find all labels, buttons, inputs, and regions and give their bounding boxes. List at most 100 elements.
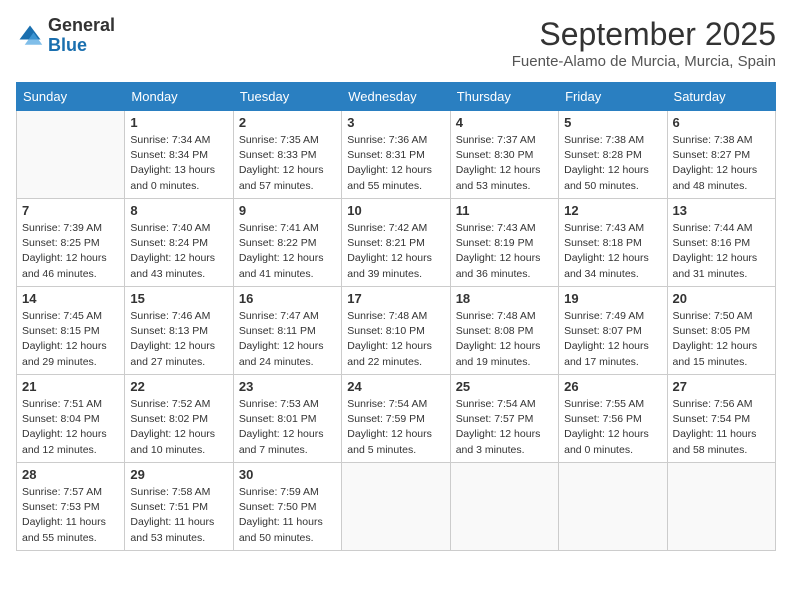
day-info: Sunrise: 7:39 AMSunset: 8:25 PMDaylight:… — [22, 221, 119, 282]
calendar-cell: 8 Sunrise: 7:40 AMSunset: 8:24 PMDaylight… — [125, 199, 233, 287]
calendar-cell: 9 Sunrise: 7:41 AMSunset: 8:22 PMDaylight… — [233, 199, 341, 287]
calendar-cell: 11 Sunrise: 7:43 AMSunset: 8:19 PMDayligh… — [450, 199, 558, 287]
column-header-friday: Friday — [559, 83, 667, 111]
month-title: September 2025 — [512, 16, 776, 53]
day-info: Sunrise: 7:38 AMSunset: 8:27 PMDaylight:… — [673, 133, 770, 194]
day-info: Sunrise: 7:48 AMSunset: 8:10 PMDaylight:… — [347, 309, 444, 370]
calendar-cell: 21 Sunrise: 7:51 AMSunset: 8:04 PMDayligh… — [17, 375, 125, 463]
column-header-saturday: Saturday — [667, 83, 775, 111]
day-info: Sunrise: 7:45 AMSunset: 8:15 PMDaylight:… — [22, 309, 119, 370]
calendar-cell: 17 Sunrise: 7:48 AMSunset: 8:10 PMDayligh… — [342, 287, 450, 375]
logo-icon — [16, 22, 44, 50]
day-number: 4 — [456, 115, 553, 130]
calendar-cell: 27 Sunrise: 7:56 AMSunset: 7:54 PMDayligh… — [667, 375, 775, 463]
calendar-cell: 20Sunrise: 7:50 AMSunset: 8:05 PMDayligh… — [667, 287, 775, 375]
day-number: 3 — [347, 115, 444, 130]
day-info: Sunrise: 7:48 AMSunset: 8:08 PMDaylight:… — [456, 309, 553, 370]
day-number: 9 — [239, 203, 336, 218]
day-info: Sunrise: 7:58 AMSunset: 7:51 PMDaylight:… — [130, 485, 227, 546]
logo: General Blue — [16, 16, 115, 56]
day-number: 18 — [456, 291, 553, 306]
day-info: Sunrise: 7:43 AMSunset: 8:18 PMDaylight:… — [564, 221, 661, 282]
column-header-thursday: Thursday — [450, 83, 558, 111]
day-number: 28 — [22, 467, 119, 482]
day-number: 20 — [673, 291, 770, 306]
day-info: Sunrise: 7:38 AMSunset: 8:28 PMDaylight:… — [564, 133, 661, 194]
day-info: Sunrise: 7:53 AMSunset: 8:01 PMDaylight:… — [239, 397, 336, 458]
day-info: Sunrise: 7:52 AMSunset: 8:02 PMDaylight:… — [130, 397, 227, 458]
day-info: Sunrise: 7:57 AMSunset: 7:53 PMDaylight:… — [22, 485, 119, 546]
day-info: Sunrise: 7:49 AMSunset: 8:07 PMDaylight:… — [564, 309, 661, 370]
day-info: Sunrise: 7:54 AMSunset: 7:59 PMDaylight:… — [347, 397, 444, 458]
day-number: 10 — [347, 203, 444, 218]
day-number: 2 — [239, 115, 336, 130]
calendar-cell — [450, 463, 558, 551]
calendar-cell: 19Sunrise: 7:49 AMSunset: 8:07 PMDayligh… — [559, 287, 667, 375]
column-header-sunday: Sunday — [17, 83, 125, 111]
calendar-cell — [342, 463, 450, 551]
day-number: 8 — [130, 203, 227, 218]
title-block: September 2025 Fuente-Alamo de Murcia, M… — [512, 16, 776, 70]
week-row-4: 21 Sunrise: 7:51 AMSunset: 8:04 PMDayligh… — [17, 375, 776, 463]
calendar-cell: 14 Sunrise: 7:45 AMSunset: 8:15 PMDayligh… — [17, 287, 125, 375]
calendar-cell: 2 Sunrise: 7:35 AMSunset: 8:33 PMDaylight… — [233, 111, 341, 199]
calendar-cell — [667, 463, 775, 551]
calendar-cell: 7 Sunrise: 7:39 AMSunset: 8:25 PMDaylight… — [17, 199, 125, 287]
calendar-cell: 10 Sunrise: 7:42 AMSunset: 8:21 PMDayligh… — [342, 199, 450, 287]
header: General Blue September 2025 Fuente-Alamo… — [16, 16, 776, 70]
calendar-cell: 18 Sunrise: 7:48 AMSunset: 8:08 PMDayligh… — [450, 287, 558, 375]
week-row-2: 7 Sunrise: 7:39 AMSunset: 8:25 PMDaylight… — [17, 199, 776, 287]
column-header-tuesday: Tuesday — [233, 83, 341, 111]
day-info: Sunrise: 7:54 AMSunset: 7:57 PMDaylight:… — [456, 397, 553, 458]
day-number: 5 — [564, 115, 661, 130]
day-number: 1 — [130, 115, 227, 130]
calendar-cell: 25 Sunrise: 7:54 AMSunset: 7:57 PMDayligh… — [450, 375, 558, 463]
calendar-table: SundayMondayTuesdayWednesdayThursdayFrid… — [16, 82, 776, 551]
day-number: 14 — [22, 291, 119, 306]
calendar-cell: 5 Sunrise: 7:38 AMSunset: 8:28 PMDaylight… — [559, 111, 667, 199]
day-info: Sunrise: 7:34 AMSunset: 8:34 PMDaylight:… — [130, 133, 227, 194]
week-row-1: 1 Sunrise: 7:34 AMSunset: 8:34 PMDaylight… — [17, 111, 776, 199]
day-number: 27 — [673, 379, 770, 394]
day-info: Sunrise: 7:59 AMSunset: 7:50 PMDaylight:… — [239, 485, 336, 546]
day-info: Sunrise: 7:37 AMSunset: 8:30 PMDaylight:… — [456, 133, 553, 194]
day-number: 11 — [456, 203, 553, 218]
day-number: 6 — [673, 115, 770, 130]
day-info: Sunrise: 7:36 AMSunset: 8:31 PMDaylight:… — [347, 133, 444, 194]
day-number: 24 — [347, 379, 444, 394]
calendar-cell: 4 Sunrise: 7:37 AMSunset: 8:30 PMDaylight… — [450, 111, 558, 199]
day-number: 22 — [130, 379, 227, 394]
calendar-cell: 26Sunrise: 7:55 AMSunset: 7:56 PMDayligh… — [559, 375, 667, 463]
day-number: 12 — [564, 203, 661, 218]
calendar-cell: 23 Sunrise: 7:53 AMSunset: 8:01 PMDayligh… — [233, 375, 341, 463]
calendar-cell: 24 Sunrise: 7:54 AMSunset: 7:59 PMDayligh… — [342, 375, 450, 463]
day-number: 7 — [22, 203, 119, 218]
day-number: 16 — [239, 291, 336, 306]
day-info: Sunrise: 7:40 AMSunset: 8:24 PMDaylight:… — [130, 221, 227, 282]
day-info: Sunrise: 7:44 AMSunset: 8:16 PMDaylight:… — [673, 221, 770, 282]
calendar-cell: 28 Sunrise: 7:57 AMSunset: 7:53 PMDayligh… — [17, 463, 125, 551]
day-number: 23 — [239, 379, 336, 394]
day-info: Sunrise: 7:46 AMSunset: 8:13 PMDaylight:… — [130, 309, 227, 370]
day-info: Sunrise: 7:43 AMSunset: 8:19 PMDaylight:… — [456, 221, 553, 282]
day-info: Sunrise: 7:51 AMSunset: 8:04 PMDaylight:… — [22, 397, 119, 458]
day-number: 25 — [456, 379, 553, 394]
logo-text: General Blue — [48, 16, 115, 56]
calendar-cell: 13Sunrise: 7:44 AMSunset: 8:16 PMDayligh… — [667, 199, 775, 287]
day-info: Sunrise: 7:47 AMSunset: 8:11 PMDaylight:… — [239, 309, 336, 370]
day-number: 26 — [564, 379, 661, 394]
location: Fuente-Alamo de Murcia, Murcia, Spain — [512, 53, 776, 70]
day-number: 17 — [347, 291, 444, 306]
calendar-header-row: SundayMondayTuesdayWednesdayThursdayFrid… — [17, 83, 776, 111]
day-info: Sunrise: 7:56 AMSunset: 7:54 PMDaylight:… — [673, 397, 770, 458]
day-info: Sunrise: 7:42 AMSunset: 8:21 PMDaylight:… — [347, 221, 444, 282]
column-header-monday: Monday — [125, 83, 233, 111]
day-info: Sunrise: 7:41 AMSunset: 8:22 PMDaylight:… — [239, 221, 336, 282]
week-row-5: 28 Sunrise: 7:57 AMSunset: 7:53 PMDayligh… — [17, 463, 776, 551]
column-header-wednesday: Wednesday — [342, 83, 450, 111]
calendar-cell: 15 Sunrise: 7:46 AMSunset: 8:13 PMDayligh… — [125, 287, 233, 375]
day-info: Sunrise: 7:35 AMSunset: 8:33 PMDaylight:… — [239, 133, 336, 194]
day-number: 15 — [130, 291, 227, 306]
calendar-cell: 22 Sunrise: 7:52 AMSunset: 8:02 PMDayligh… — [125, 375, 233, 463]
day-number: 21 — [22, 379, 119, 394]
